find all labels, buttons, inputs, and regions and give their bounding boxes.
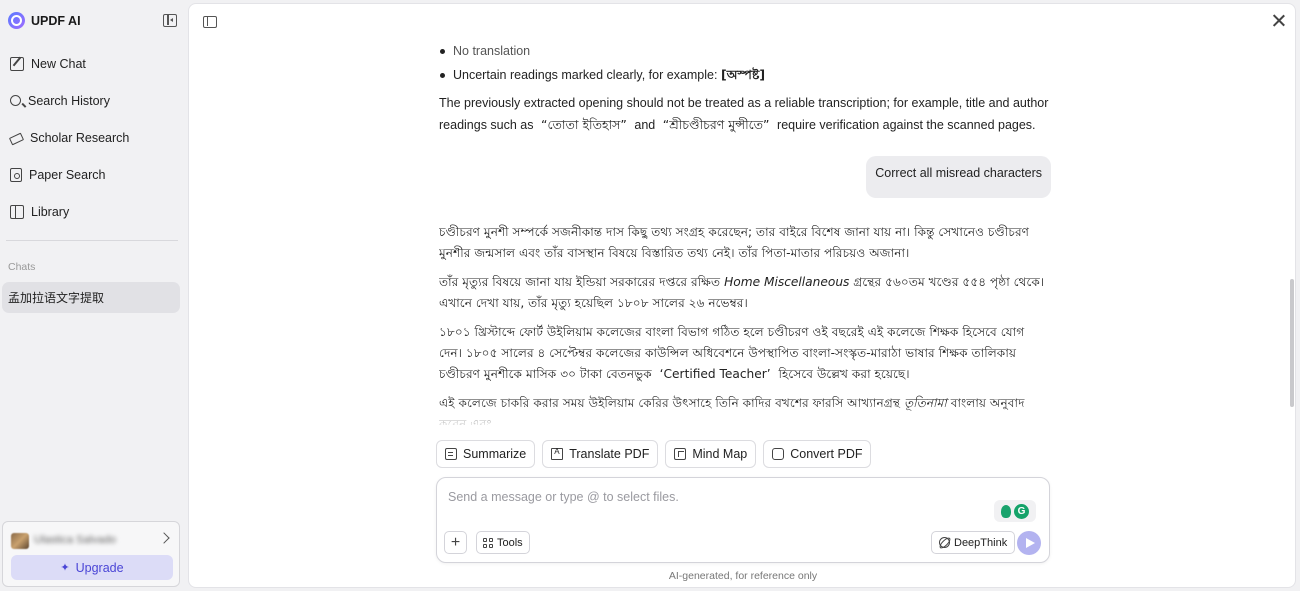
assistant-paragraph: The previously extracted opening should … bbox=[439, 93, 1051, 136]
grid-icon bbox=[483, 537, 493, 548]
atom-icon bbox=[939, 537, 950, 548]
chat-panel: No translation Uncertain readings marked… bbox=[188, 3, 1296, 588]
button-label: Summarize bbox=[463, 447, 527, 461]
list-item-text: Uncertain readings marked clearly, for e… bbox=[453, 68, 721, 82]
add-attachment-button[interactable]: + bbox=[444, 531, 467, 554]
paragraph-text: হিসেবে উল্লেখ করা হয়েছে। bbox=[778, 367, 910, 381]
user-card: Ulastica Salvado ✦ Upgrade bbox=[2, 521, 180, 587]
assistant-paragraph: ১৮০১ খ্রিস্টাব্দে ফোর্ট উইলিয়াম কলেজের … bbox=[439, 322, 1051, 385]
button-label: DeepThink bbox=[954, 536, 1008, 549]
assistant-bullet-list: No translation Uncertain readings marked… bbox=[439, 39, 1051, 87]
sidebar-item-scholar-research[interactable]: Scholar Research bbox=[4, 119, 180, 156]
user-message-row: Correct all misread characters bbox=[439, 156, 1051, 198]
message-composer: G + Tools DeepThink bbox=[436, 477, 1050, 563]
quoted-term: ‘Certified Teacher’ bbox=[659, 367, 771, 381]
italic-title: Home Miscellaneous bbox=[724, 275, 850, 289]
paragraph-text: এই কলেজে চাকরি করার সময় উইলিয়াম কেরির … bbox=[439, 396, 904, 410]
sidebar-item-label: Library bbox=[31, 204, 70, 219]
button-label: Translate PDF bbox=[569, 447, 650, 461]
avatar[interactable] bbox=[11, 533, 29, 549]
scrollbar[interactable] bbox=[1290, 279, 1294, 407]
message-input[interactable] bbox=[448, 490, 968, 504]
edit-icon bbox=[10, 56, 24, 71]
chat-history-item[interactable]: 孟加拉语文字提取 bbox=[2, 282, 180, 313]
divider bbox=[6, 240, 178, 241]
button-label: Mind Map bbox=[692, 447, 748, 461]
toggle-panel-icon[interactable] bbox=[203, 16, 217, 28]
italic-title: তূতিনামা bbox=[903, 396, 947, 410]
sparkle-icon: ✦ bbox=[60, 562, 70, 574]
chats-section-label: Chats bbox=[8, 261, 36, 273]
button-label: Tools bbox=[497, 536, 523, 549]
close-icon[interactable] bbox=[1272, 14, 1286, 28]
deepthink-button[interactable]: DeepThink bbox=[931, 531, 1016, 554]
updf-logo-icon bbox=[8, 12, 25, 29]
message-list: No translation Uncertain readings marked… bbox=[439, 39, 1051, 425]
mind-map-icon bbox=[674, 448, 687, 460]
paragraph-text: require verification against the scanned… bbox=[777, 118, 1036, 132]
extension-icons: G bbox=[994, 500, 1036, 522]
summarize-button[interactable]: Summarize bbox=[436, 440, 536, 468]
upgrade-label: Upgrade bbox=[75, 560, 124, 575]
convert-icon bbox=[772, 448, 785, 460]
plus-icon: + bbox=[450, 533, 461, 551]
send-button[interactable] bbox=[1017, 531, 1041, 555]
chevron-right-icon[interactable] bbox=[158, 532, 170, 544]
quoted-author: “শ্রীচণ্ডীচরণ মুন্সীতে” bbox=[662, 117, 770, 132]
sidebar-item-label: New Chat bbox=[31, 56, 86, 71]
sidebar-item-label: Search History bbox=[28, 93, 110, 108]
lightbulb-icon[interactable] bbox=[1001, 504, 1011, 518]
uncertain-marker: [অস্পষ্ট] bbox=[720, 67, 766, 82]
list-item: Uncertain readings marked clearly, for e… bbox=[439, 63, 1051, 87]
brand-name: UPDF AI bbox=[31, 13, 81, 28]
button-label: Convert PDF bbox=[790, 447, 863, 461]
assistant-paragraph: চণ্ডীচরণ মুনশী সম্পর্কে সজনীকান্ত দাস কি… bbox=[439, 225, 1030, 260]
sidebar-item-search-history[interactable]: Search History bbox=[4, 82, 180, 119]
scholar-icon bbox=[8, 132, 25, 146]
sidebar: UPDF AI New Chat Search History Scholar … bbox=[0, 0, 188, 591]
convert-pdf-button[interactable]: Convert PDF bbox=[763, 440, 872, 468]
paragraph-text: তাঁর মৃত্যুর বিষয়ে জানা যায় ইন্ডিয়া স… bbox=[439, 275, 725, 289]
tools-button[interactable]: Tools bbox=[476, 531, 530, 554]
summarize-icon bbox=[445, 448, 457, 460]
sidebar-item-library[interactable]: Library bbox=[4, 193, 180, 230]
sidebar-nav: New Chat Search History Scholar Research… bbox=[4, 45, 180, 230]
grammarly-icon[interactable]: G bbox=[1014, 503, 1029, 519]
sidebar-item-label: Scholar Research bbox=[30, 130, 130, 145]
collapse-sidebar-icon[interactable] bbox=[163, 14, 177, 27]
quick-actions: Summarize Translate PDF Mind Map Convert… bbox=[436, 440, 872, 468]
upgrade-button[interactable]: ✦ Upgrade bbox=[11, 555, 173, 580]
paper-search-icon bbox=[10, 167, 22, 182]
brand: UPDF AI bbox=[8, 12, 81, 29]
quoted-title: “তোতা ইতিহাস” bbox=[541, 117, 627, 132]
assistant-paragraph: এই কলেজে চাকরি করার সময় উইলিয়াম কেরির … bbox=[439, 393, 1051, 425]
search-icon bbox=[10, 95, 21, 106]
library-icon bbox=[10, 204, 24, 219]
disclaimer-text: AI-generated, for reference only bbox=[668, 570, 818, 582]
translate-pdf-button[interactable]: Translate PDF bbox=[542, 440, 659, 468]
sidebar-item-paper-search[interactable]: Paper Search bbox=[4, 156, 180, 193]
user-message-bubble: Correct all misread characters bbox=[866, 156, 1051, 198]
sidebar-item-new-chat[interactable]: New Chat bbox=[4, 45, 180, 82]
user-name[interactable]: Ulastica Salvado bbox=[34, 534, 116, 546]
sidebar-item-label: Paper Search bbox=[29, 167, 106, 182]
translate-icon bbox=[551, 447, 564, 460]
assistant-paragraph: তাঁর মৃত্যুর বিষয়ে জানা যায় ইন্ডিয়া স… bbox=[439, 272, 1051, 314]
mind-map-button[interactable]: Mind Map bbox=[665, 440, 757, 468]
list-item: No translation bbox=[439, 39, 1051, 63]
paragraph-text: and bbox=[634, 118, 656, 132]
